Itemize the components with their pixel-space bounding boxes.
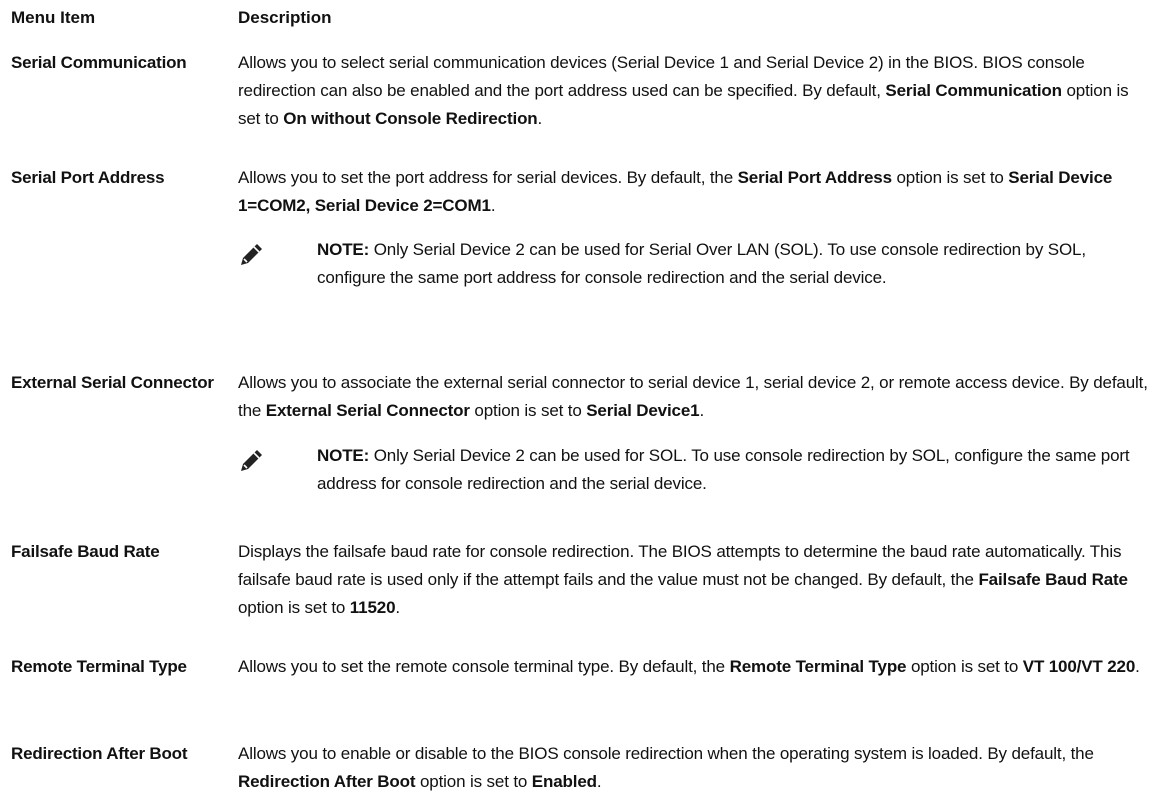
menu-item-label: Serial Port Address	[11, 168, 165, 187]
menu-item-description: Allows you to enable or disable to the B…	[238, 744, 1094, 791]
column-header-menu-item: Menu Item	[11, 8, 96, 27]
menu-item-label: Remote Terminal Type	[11, 657, 187, 676]
menu-item-description: Allows you to set the port address for s…	[238, 168, 1113, 215]
menu-item-label: Redirection After Boot	[11, 744, 188, 763]
menu-item-description: Allows you to associate the external ser…	[238, 373, 1148, 420]
menu-item-label: Serial Communication	[11, 53, 187, 72]
menu-item-description: Allows you to select serial communicatio…	[238, 53, 1129, 128]
note-text: NOTE: Only Serial Device 2 can be used f…	[317, 240, 1086, 287]
menu-item-description: Displays the failsafe baud rate for cons…	[238, 542, 1128, 617]
menu-item-label: Failsafe Baud Rate	[11, 542, 160, 561]
menu-item-description: Allows you to set the remote console ter…	[238, 657, 1140, 676]
menu-item-label: External Serial Connector	[11, 373, 214, 392]
column-header-description: Description	[238, 8, 332, 27]
note-pencil-icon	[241, 450, 262, 471]
note-text: NOTE: Only Serial Device 2 can be used f…	[317, 446, 1130, 493]
note-pencil-icon	[241, 244, 262, 265]
